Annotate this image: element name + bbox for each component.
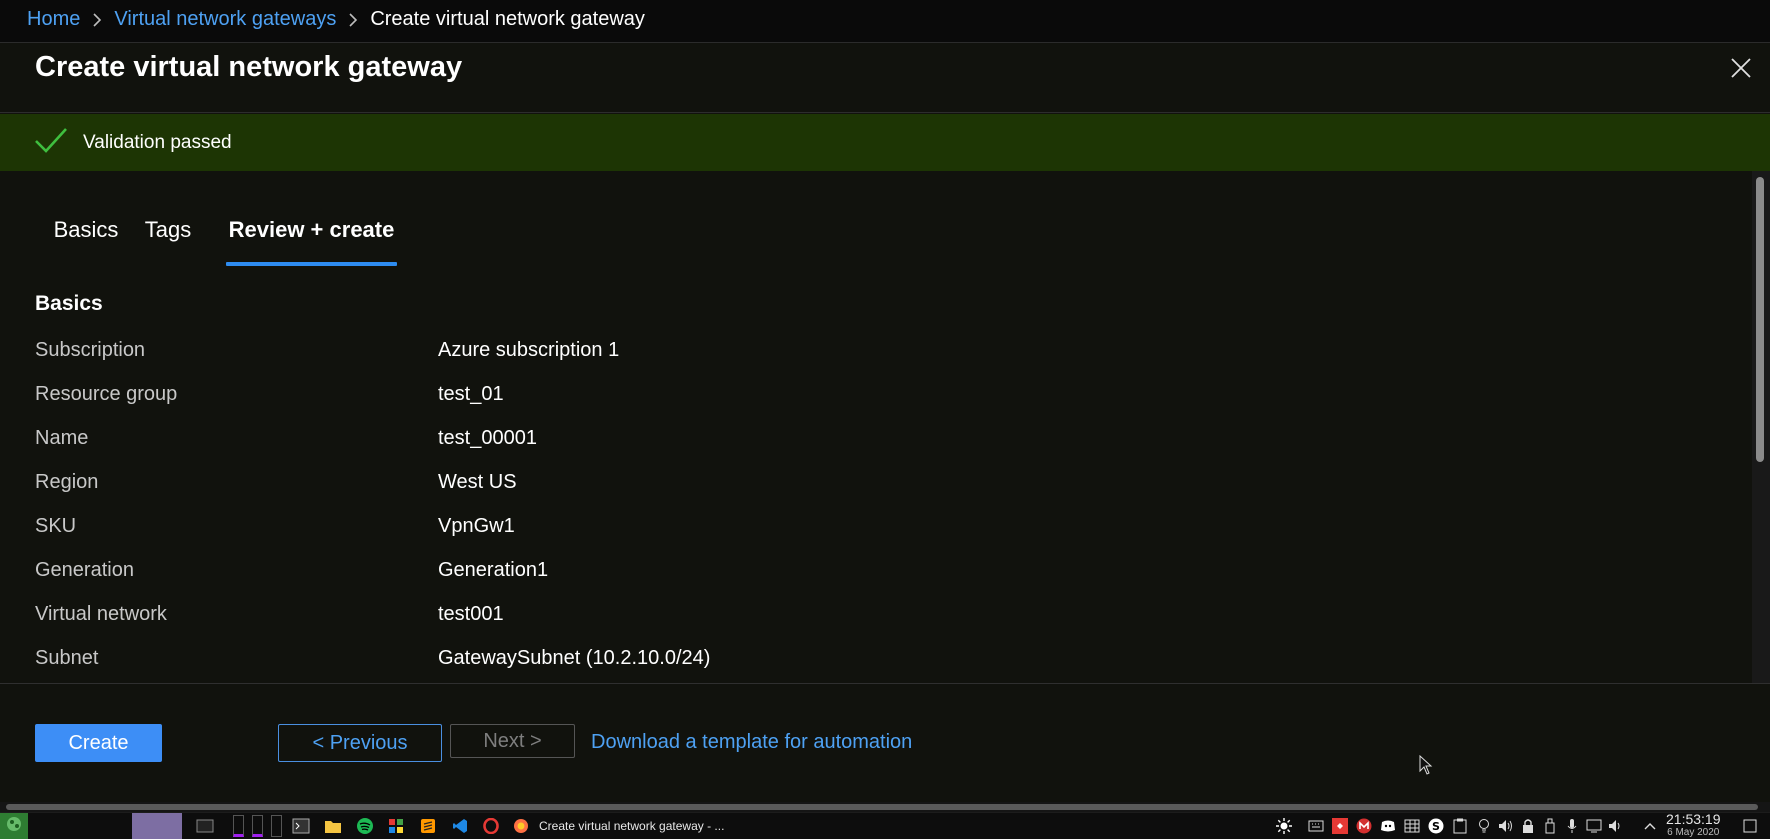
taskbar-clock[interactable]: 21:53:19 6 May 2020 — [1666, 811, 1721, 839]
lightbulb-icon[interactable] — [1476, 818, 1492, 834]
taskbar: Create virtual network gateway - ... S 2… — [0, 812, 1770, 839]
tab-basics[interactable]: Basics — [48, 208, 124, 266]
speaker-icon[interactable] — [1498, 818, 1514, 834]
summary-label: Generation — [35, 559, 134, 581]
sublime-text-icon[interactable] — [419, 817, 437, 835]
summary-value: test_00001 — [438, 427, 537, 449]
browser-icon[interactable] — [512, 817, 530, 835]
summary-label: SKU — [35, 515, 77, 537]
chevron-right-icon — [348, 12, 358, 28]
validation-banner: Validation passed — [0, 114, 1770, 171]
scrollbar-thumb[interactable] — [1756, 177, 1764, 462]
summary-row-sku: SKU VpnGw1 — [35, 505, 1735, 549]
start-menu-icon — [5, 815, 23, 838]
chevron-right-icon — [92, 12, 102, 28]
summary-value: test_01 — [438, 383, 504, 405]
svg-text:S: S — [1432, 820, 1440, 833]
create-button[interactable]: Create — [35, 724, 162, 762]
anydesk-icon[interactable] — [1332, 818, 1348, 834]
microphone-icon[interactable] — [1564, 818, 1580, 834]
review-summary: Subscription Azure subscription 1 Resour… — [35, 329, 1735, 721]
spotify-icon[interactable] — [356, 817, 374, 835]
chevron-up-icon[interactable] — [1642, 818, 1658, 834]
action-footer: Create < Previous Next > Download a temp… — [0, 683, 1770, 803]
tab-label: Basics — [53, 217, 119, 242]
workspace-thumbnail[interactable] — [132, 813, 182, 839]
previous-button[interactable]: < Previous — [278, 724, 442, 762]
close-button[interactable] — [1724, 53, 1758, 87]
lock-icon[interactable] — [1520, 818, 1536, 834]
grid-app-icon[interactable] — [1404, 818, 1420, 834]
pager-workspace-3[interactable] — [271, 815, 282, 837]
checkmark-icon — [34, 126, 68, 161]
terminal-icon[interactable] — [292, 817, 310, 835]
network-icon[interactable] — [1586, 818, 1602, 834]
validation-message: Validation passed — [83, 132, 232, 153]
summary-label: Region — [35, 471, 99, 493]
discord-icon[interactable] — [1380, 818, 1396, 834]
summary-value: Azure subscription 1 — [438, 339, 620, 361]
summary-label: Resource group — [35, 383, 178, 405]
pager-workspace-1[interactable] — [233, 815, 244, 837]
summary-value: GatewaySubnet (10.2.10.0/24) — [438, 647, 711, 669]
app-grid-icon[interactable] — [387, 817, 405, 835]
notification-icon[interactable] — [1742, 818, 1758, 834]
summary-label: Name — [35, 427, 89, 449]
start-menu-button[interactable] — [0, 813, 28, 839]
summary-label: Subnet — [35, 647, 99, 669]
vertical-scrollbar[interactable] — [1752, 171, 1770, 724]
next-button: Next > — [450, 724, 575, 758]
clipboard-icon[interactable] — [1452, 818, 1468, 834]
close-icon — [1730, 57, 1752, 84]
summary-row-generation: Generation Generation1 — [35, 549, 1735, 593]
panel-header: Create virtual network gateway — [0, 43, 1770, 113]
summary-value: test001 — [438, 603, 504, 625]
clock-time: 21:53:19 — [1666, 811, 1721, 827]
usb-icon[interactable] — [1542, 818, 1558, 834]
keyboard-icon[interactable] — [1308, 818, 1324, 834]
tab-tags[interactable]: Tags — [140, 208, 196, 266]
file-manager-icon[interactable] — [324, 817, 342, 835]
summary-row-subnet: Subnet GatewaySubnet (10.2.10.0/24) — [35, 637, 1735, 681]
vscode-icon[interactable] — [451, 817, 469, 835]
summary-value: VpnGw1 — [438, 515, 515, 537]
breadcrumb: Home Virtual network gateways Create vir… — [27, 8, 645, 31]
tab-label: Tags — [144, 217, 192, 242]
horizontal-scrollbar[interactable] — [0, 802, 1770, 812]
horizontal-scrollbar-thumb[interactable] — [6, 804, 1758, 810]
summary-row-virtual-network: Virtual network test001 — [35, 593, 1735, 637]
download-template-link[interactable]: Download a template for automation — [591, 731, 912, 754]
page-title: Create virtual network gateway — [35, 51, 463, 83]
breadcrumb-current: Create virtual network gateway — [370, 8, 645, 30]
summary-row-region: Region West US — [35, 461, 1735, 505]
desktop-icon[interactable] — [196, 817, 214, 835]
taskbar-window-title[interactable]: Create virtual network gateway - ... — [539, 819, 724, 833]
summary-value: West US — [438, 471, 517, 493]
volume-icon[interactable] — [1608, 818, 1624, 834]
summary-row-subscription: Subscription Azure subscription 1 — [35, 329, 1735, 373]
tab-label: Review + create — [228, 217, 395, 242]
breadcrumb-bar: Home Virtual network gateways Create vir… — [0, 0, 1770, 42]
brightness-icon[interactable] — [1276, 818, 1292, 834]
mega-icon[interactable] — [1356, 818, 1372, 834]
clock-date: 6 May 2020 — [1667, 827, 1720, 838]
section-title-basics: Basics — [35, 292, 103, 315]
mouse-cursor-icon — [1419, 754, 1433, 780]
breadcrumb-vng-link[interactable]: Virtual network gateways — [114, 8, 336, 31]
breadcrumb-home-link[interactable]: Home — [27, 8, 80, 31]
pager-workspace-2[interactable] — [252, 815, 263, 837]
summary-label: Subscription — [35, 339, 146, 361]
summary-label: Virtual network — [35, 603, 167, 625]
active-tab-indicator — [226, 262, 397, 266]
create-gateway-panel: Create virtual network gateway Validatio… — [0, 42, 1770, 803]
opera-icon[interactable] — [482, 817, 500, 835]
skype-icon[interactable]: S — [1428, 818, 1444, 834]
summary-row-name: Name test_00001 — [35, 417, 1735, 461]
summary-value: Generation1 — [438, 559, 549, 581]
tab-review-create[interactable]: Review + create — [226, 208, 397, 266]
summary-row-resource-group: Resource group test_01 — [35, 373, 1735, 417]
